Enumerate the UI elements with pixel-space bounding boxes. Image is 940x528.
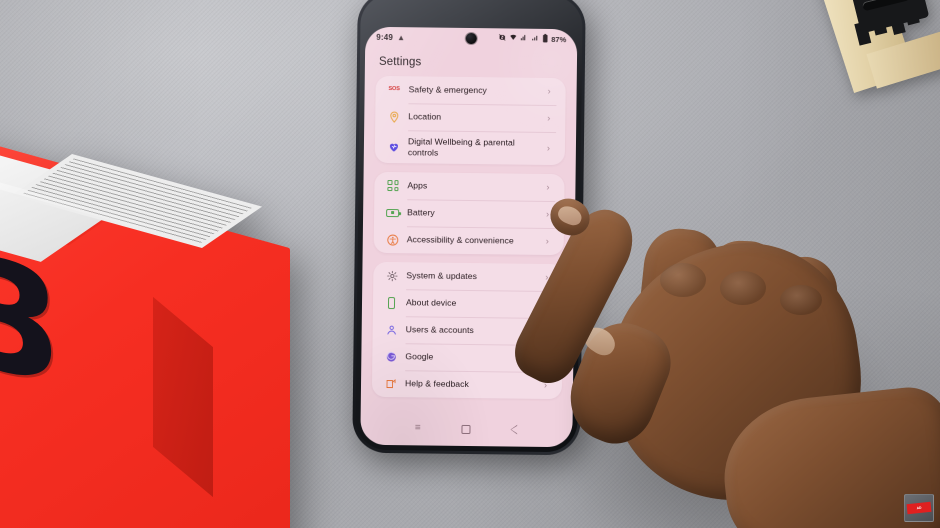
settings-row-apps[interactable]: Apps › <box>374 172 564 201</box>
status-icons: 87% <box>498 33 566 45</box>
page-title: Settings <box>378 55 422 69</box>
battery-icon <box>542 33 548 44</box>
row-label: Location <box>408 111 442 122</box>
signal-bars-icon <box>531 34 539 44</box>
weather-cloud-icon: ▲ <box>397 32 406 42</box>
chevron-right-icon: › <box>546 181 550 192</box>
knuckle <box>660 263 706 297</box>
wooden-clamp-stand <box>817 0 940 121</box>
apps-grid-icon <box>382 175 403 196</box>
accessibility-icon <box>382 229 403 250</box>
knuckle <box>720 271 766 305</box>
settings-row-location[interactable]: Location › <box>375 103 565 132</box>
row-label: Digital Wellbeing & parental controls <box>407 135 515 158</box>
battery-icon <box>382 202 403 223</box>
row-label: Apps <box>407 180 428 191</box>
video-watermark: AD <box>904 494 934 522</box>
google-icon <box>380 346 401 367</box>
battery-percent: 87% <box>551 34 567 44</box>
row-label: Help & feedback <box>404 378 469 390</box>
settings-row-accessibility[interactable]: Accessibility & convenience › <box>374 226 564 255</box>
digital-wellbeing-icon <box>383 136 404 157</box>
phone-device-icon <box>381 292 402 313</box>
chevron-right-icon: › <box>547 85 551 96</box>
row-label: About device <box>405 297 457 308</box>
chevron-right-icon: › <box>546 142 550 153</box>
wifi-icon <box>509 33 517 43</box>
product-box: 13 <box>0 131 340 528</box>
status-bar: 9:49 ▲ 87% <box>365 27 577 50</box>
back-triangle-icon[interactable] <box>511 425 518 435</box>
home-square-icon[interactable] <box>461 424 471 434</box>
settings-row-safety-emergency[interactable]: SOS Safety & emergency › <box>375 76 565 105</box>
front-camera-punchhole <box>465 32 477 45</box>
row-label: Battery <box>407 207 435 218</box>
vibrate-off-icon <box>498 33 506 43</box>
user-icon <box>381 319 402 340</box>
settings-row-system-updates[interactable]: System & updates › <box>373 262 563 291</box>
row-label: Accessibility & convenience <box>406 234 514 246</box>
settings-group-privacy: SOS Safety & emergency › Location › Digi… <box>374 75 566 166</box>
row-label: System & updates <box>406 270 477 282</box>
recents-icon[interactable]: ≡ <box>415 422 421 433</box>
row-label: Safety & emergency <box>408 84 487 96</box>
human-hand-pointing <box>505 191 940 528</box>
signal-dual-icon <box>520 34 528 44</box>
sos-icon: SOS <box>388 85 400 92</box>
watermark-text: AD <box>916 505 922 511</box>
help-feedback-icon <box>380 373 401 394</box>
watermark-bar: AD <box>906 501 932 515</box>
knuckle <box>780 285 822 315</box>
settings-group-device: Apps › Battery › Accessibility & conveni… <box>373 171 565 256</box>
status-time: 9:49 <box>376 32 394 42</box>
settings-row-battery[interactable]: Battery › <box>374 199 564 228</box>
settings-row-digital-wellbeing[interactable]: Digital Wellbeing & parental controls › <box>375 130 565 165</box>
gear-icon <box>381 265 402 286</box>
chevron-right-icon: › <box>547 112 551 123</box>
location-pin-icon <box>383 106 404 127</box>
